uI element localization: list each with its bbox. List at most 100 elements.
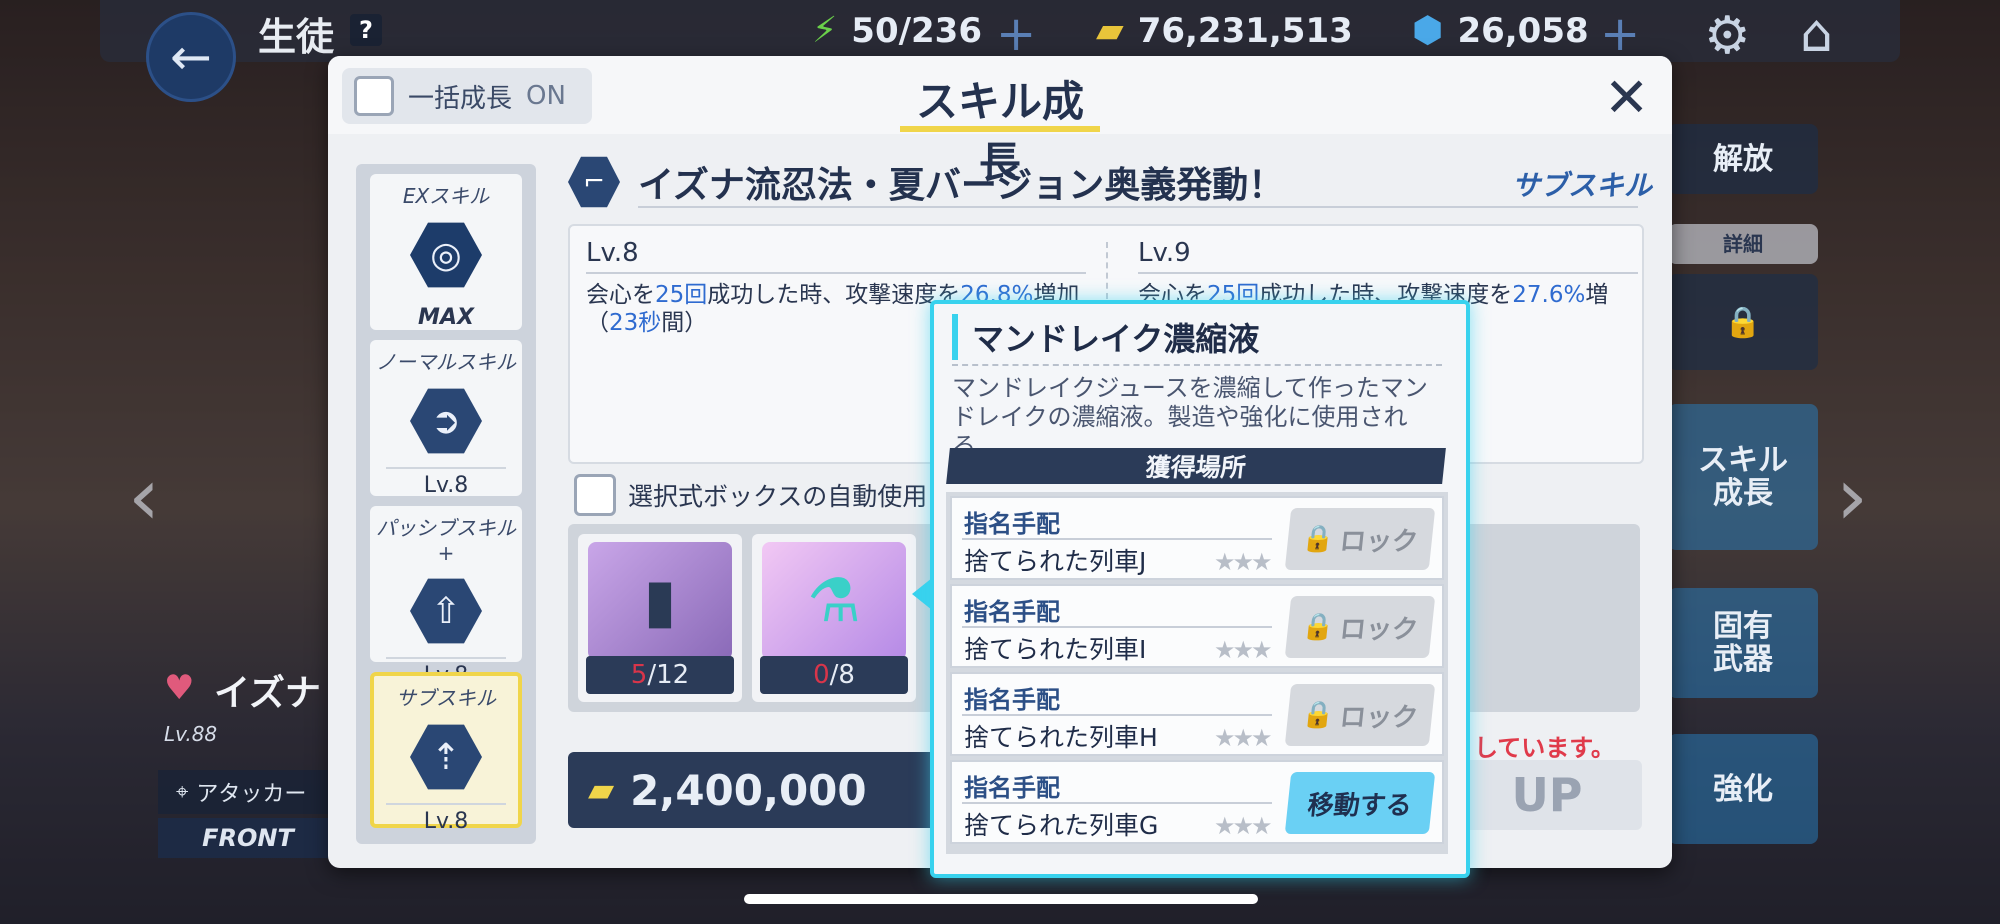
acquire-source-list: 指名手配 捨てられた列車J ★★★ 🔒 ロック 指名手配 捨てられた列車I ★★★…	[946, 492, 1448, 854]
tab-label: EXスキル	[402, 184, 490, 208]
lightning-icon: ⚡	[812, 10, 838, 51]
bulk-growth-toggle[interactable]: 一括成長 ON	[342, 68, 592, 124]
skill-name: イズナ流忍法・夏バージョン奥義発動！	[638, 165, 1285, 206]
source-stage: 捨てられた列車G	[964, 811, 1159, 840]
skill-growth-menu[interactable]: スキル 成長	[1668, 404, 1818, 550]
character-name: イズナ	[214, 673, 321, 714]
list-item: 指名手配 捨てられた列車I ★★★ 🔒 ロック	[950, 584, 1444, 668]
next-student-arrow[interactable]: ›	[1836, 450, 1868, 543]
current-level: Lv.8	[586, 238, 1086, 274]
unique-weapon-menu[interactable]: 固有 武器	[1668, 588, 1818, 698]
item-name: マンドレイク濃縮液	[952, 314, 1259, 360]
source-kind: 指名手配	[964, 774, 1060, 802]
credits-counter: ▰ 76,231,513	[1096, 10, 1353, 51]
star-rating: ★★★	[1214, 636, 1273, 664]
prev-student-arrow[interactable]: ‹	[128, 450, 160, 543]
position-badge: FRONT	[158, 818, 338, 858]
tab-level: MAX	[418, 305, 474, 330]
tab-passive-skill[interactable]: パッシブスキル+ ⇧ Lv.8	[370, 506, 522, 688]
skill-tabs: EXスキル ◎ MAX ノーマルスキル ➲ Lv.8 パッシブスキル+ ⇧ Lv…	[356, 164, 536, 844]
skill-type-label: サブスキル	[1512, 169, 1653, 202]
tab-ex-skill[interactable]: EXスキル ◎ MAX	[370, 174, 522, 330]
popup-pointer	[912, 578, 932, 610]
auto-use-checkbox[interactable]	[574, 474, 616, 516]
bulk-growth-state: ON	[526, 81, 566, 111]
lock-icon: 🔒	[1300, 524, 1336, 554]
crosshair-icon: ⌖	[176, 779, 189, 805]
credit-icon: ▰	[1096, 10, 1124, 51]
pyroxene-icon: ⬢	[1412, 10, 1444, 51]
material-count: 5/12	[586, 656, 734, 694]
list-item: 指名手配 捨てられた列車H ★★★ 🔒 ロック	[950, 672, 1444, 756]
item-info-popup: マンドレイク濃縮液 マンドレイクジュースを濃縮して作ったマンドレイクの濃縮液。製…	[930, 300, 1470, 878]
material-count: 0/8	[760, 656, 908, 694]
move-button[interactable]: 移動する	[1284, 772, 1436, 834]
home-indicator[interactable]	[744, 894, 1258, 904]
home-icon[interactable]: ⌂	[1800, 4, 1833, 64]
source-kind: 指名手配	[964, 598, 1060, 626]
help-icon[interactable]: ?	[350, 14, 382, 46]
pistol-up-icon: ⇧	[410, 578, 482, 644]
next-level-desc: Lv.9 会心を25回成功した時、攻撃速度を27.6%増	[1138, 238, 1638, 310]
source-kind: 指名手配	[964, 686, 1060, 714]
title-underline	[900, 126, 1100, 132]
bond-heart-icon: ♥	[164, 668, 195, 708]
source-stage: 捨てられた列車I	[964, 635, 1147, 664]
divider	[638, 206, 1638, 208]
enhance-menu[interactable]: 強化	[1668, 734, 1818, 844]
star-rating: ★★★	[1214, 812, 1273, 840]
auto-use-label: 選択式ボックスの自動使用	[628, 482, 928, 511]
source-kind: 指名手配	[964, 510, 1060, 538]
bullet-icon: ➲	[410, 388, 482, 454]
auto-use-toggle[interactable]: 選択式ボックスの自動使用	[574, 474, 927, 516]
divider	[952, 364, 1442, 366]
tab-normal-skill[interactable]: ノーマルスキル ➲ Lv.8	[370, 340, 522, 498]
list-item: 指名手配 捨てられた列車G ★★★ 移動する	[950, 760, 1444, 844]
back-button[interactable]: ←	[146, 12, 236, 102]
locked-button[interactable]: 🔒 ロック	[1284, 508, 1436, 570]
ex-skill-icon: ◎	[410, 222, 482, 288]
star-rating: ★★★	[1214, 724, 1273, 752]
arrow-left-icon: ←	[170, 28, 212, 86]
close-icon[interactable]: ✕	[1604, 66, 1649, 129]
locked-button[interactable]: 🔒 ロック	[1284, 684, 1436, 746]
lock-slot: 🔒	[1668, 274, 1818, 370]
character-level: Lv.88	[164, 722, 218, 746]
acquire-header: 獲得場所	[946, 448, 1446, 484]
lock-icon: 🔒	[1300, 700, 1336, 730]
next-level: Lv.9	[1138, 238, 1638, 274]
potion-icon: ⚗	[762, 542, 906, 660]
tab-level: Lv.8	[386, 467, 506, 498]
bulk-growth-label: 一括成長	[408, 83, 513, 114]
material-item[interactable]: ▮ 5/12	[578, 534, 742, 702]
lock-icon: 🔒	[1300, 612, 1336, 642]
tab-label: サブスキル	[396, 686, 496, 710]
source-stage: 捨てられた列車H	[964, 723, 1158, 752]
tab-sub-skill[interactable]: サブスキル ⇡ Lv.8	[370, 672, 522, 834]
tab-label: ノーマルスキル	[376, 350, 516, 374]
star-rating: ★★★	[1214, 548, 1273, 576]
warning-text: しています。	[1474, 734, 1615, 762]
pistol-icon: ⇡	[410, 724, 482, 790]
list-item: 指名手配 捨てられた列車J ★★★ 🔒 ロック	[950, 496, 1444, 580]
book-icon: ▮	[588, 542, 732, 660]
gear-icon[interactable]: ⚙	[1704, 6, 1751, 66]
locked-button[interactable]: 🔒 ロック	[1284, 596, 1436, 658]
bulk-growth-checkbox[interactable]	[354, 76, 394, 116]
page-title: 生徒	[258, 15, 335, 59]
material-item[interactable]: ⚗ 0/8	[752, 534, 916, 702]
tab-level: Lv.8	[386, 803, 506, 834]
source-stage: 捨てられた列車J	[964, 547, 1147, 576]
unlock-label: 解放	[1668, 124, 1818, 194]
add-pyroxene-button[interactable]: +	[1600, 6, 1640, 62]
pyroxene-counter: ⬢ 26,058	[1412, 10, 1589, 51]
tab-label: パッシブスキル+	[376, 516, 516, 565]
ap-counter: ⚡ 50/236	[812, 10, 982, 51]
level-up-button[interactable]: UP	[1452, 760, 1642, 830]
credit-icon: ▰	[588, 770, 615, 810]
cost-amount: 2,400,000	[630, 765, 867, 815]
lock-icon: 🔒	[1724, 304, 1762, 340]
detail-button[interactable]: 詳細	[1668, 224, 1818, 264]
add-ap-button[interactable]: +	[996, 6, 1036, 62]
pistol-icon: ⌐	[568, 156, 620, 208]
